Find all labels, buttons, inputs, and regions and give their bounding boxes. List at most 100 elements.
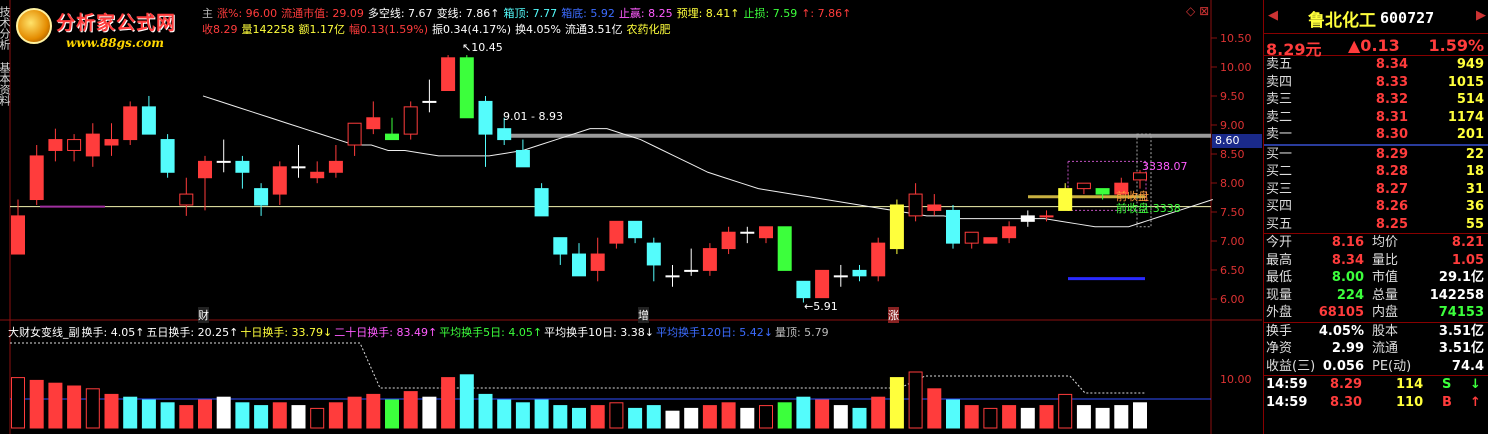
order-book-row[interactable]: 卖四 8.33 1015 [1264,74,1488,92]
order-book-row[interactable]: 买二 8.28 18 [1264,163,1488,181]
sub-header-item-7: 平均换手120日: 5.42↓ [656,326,773,339]
marker-cai[interactable]: 财 [198,307,209,323]
header-item-5: 箱顶: 7.77 [503,7,558,20]
candle-body [1095,188,1110,195]
volume-bar [254,405,269,429]
candle-body [67,139,82,151]
order-book-row[interactable]: 买三 8.27 31 [1264,181,1488,199]
row-label: 最低 [1266,270,1293,285]
stat-row[interactable]: 今开 8.16 均价 8.21 [1264,234,1488,252]
volume-bar [123,396,138,429]
order-book-row[interactable]: 卖一 8.30 201 [1264,126,1488,144]
order-book-row[interactable]: 卖三 8.32 514 [1264,91,1488,109]
stat-row[interactable]: 现量 224 总量 142258 [1264,287,1488,305]
stat-row[interactable]: 收益(三) 0.056 PE(动) 74.4 [1264,358,1488,376]
candle-body [48,139,63,151]
candle-body [852,269,867,277]
candle-body [759,226,773,239]
candle-body [291,166,306,169]
tick-vol: 110 [1396,394,1424,410]
candle-body [796,280,811,299]
candle-body [721,231,736,250]
candle-body [740,231,755,234]
volume-bar [534,399,549,429]
row-value: 8.34 [1331,252,1364,268]
indicator-header-row2: 收8.29 量142258 额1.17亿 幅0.13(1.59%) 振0.34(4.17… [202,21,675,37]
row-value-2: 29.1亿 [1438,270,1484,285]
order-book-row[interactable]: 买一 8.29 22 [1264,146,1488,164]
row-label: 卖四 [1266,74,1293,90]
candle-body [665,275,680,278]
next-stock-icon[interactable]: ▶ [1476,8,1486,23]
header-item-7: 止赢: 8.25 [618,7,673,20]
prev-stock-icon[interactable]: ◀ [1268,8,1278,23]
candle-body [889,204,904,250]
volume-bar [385,399,399,429]
row-label: 买五 [1266,216,1293,232]
row-label-2: 内盘 [1372,305,1399,320]
row-value-2: 22 [1465,146,1484,162]
stat-row[interactable]: 换手 4.05% 股本 3.51亿 [1264,323,1488,341]
volume-bar [67,385,82,429]
tick-row: 14:59 8.30 110 B ↑ [1264,394,1488,412]
volume-bar [11,377,25,429]
row-value-2: 142258 [1429,287,1484,303]
volume-bar [366,393,381,429]
order-book-row[interactable]: 买五 8.25 55 [1264,216,1488,234]
price-tick: 10.50 [1220,32,1252,45]
side-tab-basic[interactable]: 基本资料 [0,62,11,106]
sub-header-item-5: 平均换手5日: 4.05↑ [439,326,543,339]
volume-bar [216,396,231,429]
header-info-6: 流通3.51亿 [565,23,623,36]
window-controls[interactable]: ◇ ⊠ [1186,4,1209,18]
order-book-row[interactable]: 卖五 8.34 949 [1264,56,1488,74]
stat-row[interactable]: 外盘 68105 内盘 74153 [1264,304,1488,322]
high-value: 10.45 [471,41,503,54]
row-value-2: 3.51亿 [1438,341,1484,356]
marker-zhang[interactable]: 涨 [888,307,899,323]
row-value-2: 36 [1465,199,1484,214]
header-item-0: 主 [202,7,213,20]
volume-bar [104,393,119,429]
tick-time: 14:59 [1266,394,1308,410]
candle-body [815,269,830,299]
order-book-row[interactable]: 买四 8.26 36 [1264,198,1488,216]
candle-body [946,209,960,244]
row-label-2: 总量 [1372,287,1399,303]
volume-bar [29,379,44,429]
marker-zeng[interactable]: 增 [638,307,649,323]
stat-row[interactable]: 净资 2.99 流通 3.51亿 [1264,340,1488,358]
tick-price: 8.29 [1330,377,1363,392]
volume-bar [983,407,998,429]
row-value: 8.31 [1375,109,1408,125]
stat-row[interactable]: 最低 8.00 市值 29.1亿 [1264,269,1488,287]
price-change: ▲0.13 [1348,36,1400,55]
close-icon[interactable]: ⊠ [1199,4,1209,18]
diamond-icon[interactable]: ◇ [1186,4,1195,18]
price-tick: 10.00 [1220,61,1252,74]
order-book-row[interactable]: 卖二 8.31 1174 [1264,109,1488,127]
candle-body [553,237,568,255]
candle-body [478,100,493,135]
chart-area[interactable]: 技术分析 基本资料 分析家公式网 www.88gs.com 主涨%: 96.00… [0,0,1262,434]
candle-body [777,226,792,271]
row-value: 8.33 [1375,74,1408,90]
volume-bar [721,402,736,429]
header-item-10: ↑: 7.86↑ [801,7,852,20]
volume-bar [515,402,530,429]
volume-bar [1095,407,1110,429]
row-label: 今开 [1266,235,1293,250]
row-value-2: 31 [1465,181,1484,197]
stat-row[interactable]: 最高 8.34 量比 1.05 [1264,252,1488,270]
volume-bar [497,399,512,429]
row-value: 4.05% [1318,323,1364,339]
volume-bar [927,388,942,429]
row-value: 8.29 [1375,146,1408,162]
volume-bar [740,407,755,429]
row-label: 最高 [1266,252,1293,268]
row-label-2: 流通 [1372,341,1399,356]
stats-table: 今开 8.16 均价 8.21 最高 8.34 量比 1.05 最低 8.00 市值 29.1亿 现量 2… [1264,234,1488,322]
side-tab-tech[interactable]: 技术分析 [0,6,11,50]
kline-chart[interactable] [0,0,1262,434]
row-label-2: PE(动) [1372,358,1412,374]
